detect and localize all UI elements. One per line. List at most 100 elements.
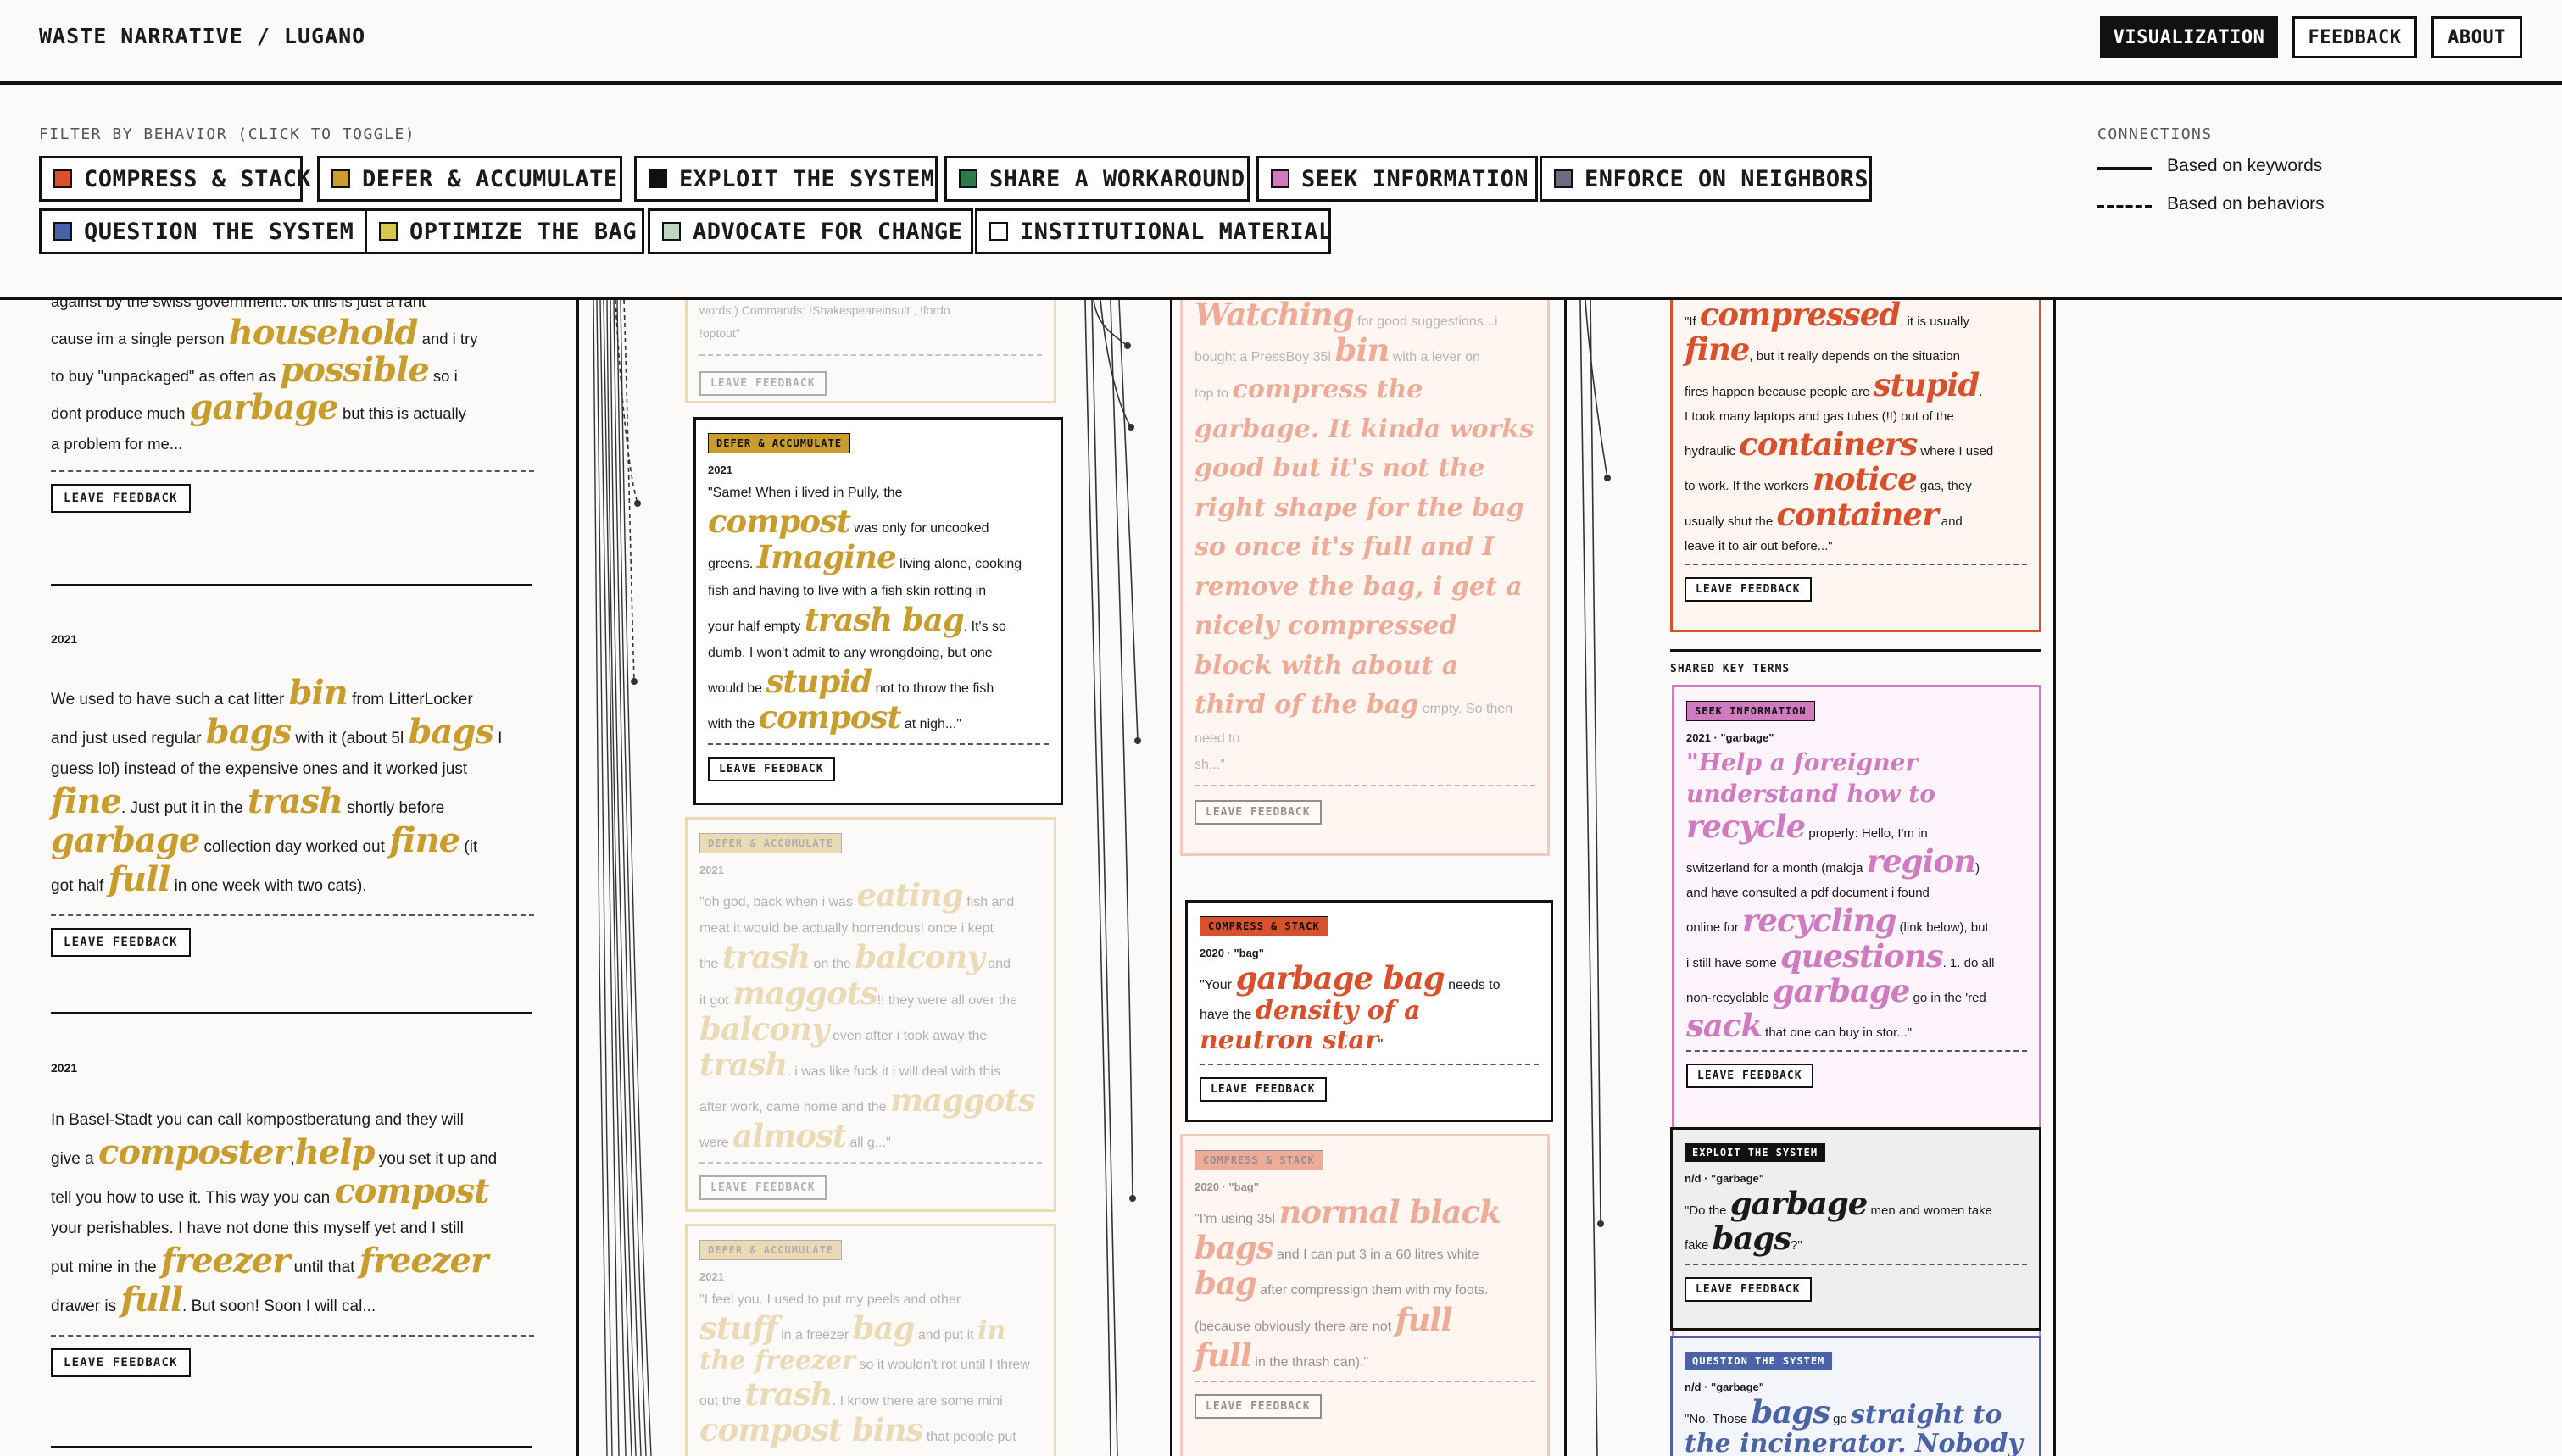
keyword[interactable]: maggots	[890, 1081, 1035, 1119]
keyword[interactable]: notice	[1813, 460, 1918, 497]
leave-feedback-button[interactable]: LEAVE FEEDBACK	[1195, 800, 1322, 825]
keyword[interactable]: "Help a foreigner understand how to	[1686, 748, 1935, 808]
keyword[interactable]: bags	[1195, 1229, 1274, 1266]
keyword[interactable]: straight to	[1851, 1400, 2002, 1430]
keyword[interactable]: trash	[699, 1046, 788, 1083]
keyword[interactable]: garbage	[1773, 972, 1911, 1009]
keyword[interactable]: recycling	[1742, 902, 1896, 939]
keyword[interactable]: maggots	[732, 975, 877, 1012]
keyword[interactable]: region	[1867, 842, 1977, 880]
filter-chip-institutional-material[interactable]: INSTITUTIONAL MATERIAL	[975, 208, 1332, 254]
leave-feedback-button[interactable]: LEAVE FEEDBACK	[1685, 1276, 1812, 1302]
keyword[interactable]: almost	[732, 1117, 847, 1154]
keyword[interactable]: trash	[248, 781, 343, 821]
keyword[interactable]: stupid	[1874, 366, 1980, 403]
filter-chip-seek-information[interactable]: SEEK INFORMATION	[1256, 156, 1538, 202]
story-card[interactable]: Watching for good suggestions...i bought…	[1180, 300, 1550, 856]
leave-feedback-button[interactable]: LEAVE FEEDBACK	[51, 927, 191, 957]
keyword[interactable]: compress the garbage. It kinda works goo…	[1195, 375, 1534, 720]
keyword[interactable]: containers	[1739, 425, 1918, 463]
story-card[interactable]: EXPLOIT THE SYSTEM n/d · "garbage" "Do t…	[1670, 1127, 2041, 1331]
keyword[interactable]: Watching	[1195, 300, 1355, 333]
keyword[interactable]: bags	[408, 712, 493, 752]
keyword[interactable]: balcony	[699, 1010, 830, 1048]
keyword[interactable]: compost bins	[699, 1411, 923, 1448]
keyword[interactable]: sack	[1686, 1007, 1763, 1044]
keyword[interactable]: bag	[1195, 1264, 1257, 1302]
filter-chip-compress-stack[interactable]: COMPRESS & STACK	[39, 156, 311, 202]
keyword[interactable]: fine	[51, 781, 122, 821]
filter-chip-question-the-system[interactable]: QUESTION THE SYSTEM	[39, 208, 395, 254]
keyword[interactable]: trash bag	[805, 601, 965, 638]
keyword[interactable]: bags	[1713, 1220, 1792, 1257]
keyword[interactable]: garbage	[1730, 1185, 1869, 1222]
story-card[interactable]: DEFER & ACCUMULATE 2021 "oh god, back wh…	[685, 817, 1056, 1212]
story-card[interactable]: "If compressed, it is usually fine, but …	[1670, 300, 2041, 632]
leave-feedback-button[interactable]: LEAVE FEEDBACK	[51, 483, 191, 513]
keyword[interactable]: bags	[206, 712, 292, 752]
leave-feedback-button[interactable]: LEAVE FEEDBACK	[699, 370, 827, 396]
filter-chip-optimize-the-bag[interactable]: OPTIMIZE THE BAG	[365, 208, 644, 254]
keyword[interactable]: Imagine	[757, 538, 897, 575]
keyword[interactable]: compressed	[1700, 300, 1901, 333]
nav-visualization-button[interactable]: VISUALIZATION	[2100, 16, 2278, 58]
keyword[interactable]: fine	[389, 820, 460, 860]
filter-chip-advocate-for-change[interactable]: ADVOCATE FOR CHANGE	[648, 208, 973, 254]
keyword[interactable]: container	[1776, 496, 1938, 533]
keyword[interactable]: compost	[759, 698, 902, 736]
filter-chip-exploit-the-system[interactable]: EXPLOIT THE SYSTEM	[634, 156, 938, 202]
keyword[interactable]: trash	[744, 1375, 833, 1413]
keyword[interactable]: composter	[98, 1132, 292, 1172]
keyword[interactable]: household	[229, 313, 419, 353]
filter-chip-share-a-workaround[interactable]: SHARE A WORKAROUND	[944, 156, 1250, 202]
keyword[interactable]: bags	[1751, 1393, 1830, 1431]
keyword[interactable]: possible	[280, 350, 429, 390]
keyword[interactable]: full	[109, 859, 171, 899]
keyword[interactable]: stupid	[766, 663, 873, 700]
keyword[interactable]: balcony	[855, 938, 985, 975]
keyword[interactable]: stuff	[699, 1309, 778, 1347]
leave-feedback-button[interactable]: LEAVE FEEDBACK	[1195, 1393, 1322, 1419]
keyword[interactable]: freezer	[359, 1241, 488, 1281]
keyword[interactable]: compost	[334, 1171, 489, 1211]
site-title[interactable]: WASTE NARRATIVE / LUGANO	[39, 24, 365, 48]
keyword[interactable]: help	[295, 1132, 376, 1172]
keyword[interactable]: full	[120, 1280, 183, 1320]
keyword[interactable]: freezer	[161, 1241, 290, 1281]
keyword[interactable]: garbage bag	[1235, 959, 1445, 997]
nav-feedback-button[interactable]: FEEDBACK	[2292, 16, 2417, 58]
keyword[interactable]: questions	[1780, 937, 1944, 975]
leave-feedback-button[interactable]: LEAVE FEEDBACK	[51, 1348, 191, 1377]
filter-chip-defer-accumulate[interactable]: DEFER & ACCUMULATE	[317, 156, 622, 202]
keyword[interactable]: eating	[856, 876, 963, 914]
leave-feedback-button[interactable]: LEAVE FEEDBACK	[1686, 1064, 1813, 1089]
story-card[interactable]: DEFER & ACCUMULATE 2021 "Same! When i li…	[693, 417, 1063, 805]
story-card[interactable]: DEFER & ACCUMULATE 2021 "I feel you. I u…	[685, 1224, 1056, 1456]
nav-about-button[interactable]: ABOUT	[2431, 16, 2522, 58]
keyword[interactable]: bin	[289, 673, 348, 713]
story-card[interactable]: COMPRESS & STACK 2020 · "bag" "I'm using…	[1180, 1134, 1550, 1456]
keyword[interactable]: garbage	[51, 820, 200, 860]
keyword[interactable]: garbage	[190, 387, 339, 427]
keyword[interactable]: the incinerator. Nobody is	[1685, 1429, 2023, 1456]
story-card[interactable]: QUESTION THE SYSTEM n/d · "garbage" "No.…	[1670, 1336, 2041, 1456]
keyword[interactable]: compost	[708, 503, 851, 540]
filter-chip-enforce-on-neighbors[interactable]: ENFORCE ON NEIGHBORS	[1540, 156, 1872, 202]
story-card[interactable]: words.) Commands: !Shakespeareinsult , !…	[685, 300, 1056, 403]
keyword[interactable]: bag	[853, 1309, 916, 1347]
leave-feedback-button[interactable]: LEAVE FEEDBACK	[699, 1175, 827, 1200]
keyword[interactable]: trash	[722, 938, 810, 975]
keyword[interactable]: bin	[1334, 331, 1390, 369]
keyword[interactable]: full	[1395, 1301, 1453, 1338]
story-card[interactable]: COMPRESS & STACK 2020 · "bag" "Your garb…	[1185, 900, 1553, 1122]
leave-feedback-button[interactable]: LEAVE FEEDBACK	[1685, 577, 1812, 602]
entry-text: guess lol) instead of the expensive ones…	[51, 760, 468, 779]
keyword[interactable]: recycle	[1686, 808, 1806, 845]
keyword[interactable]: full	[1195, 1337, 1252, 1374]
keyword[interactable]: fine	[1685, 331, 1750, 368]
entry-text: (it	[464, 838, 478, 857]
leave-feedback-button[interactable]: LEAVE FEEDBACK	[708, 756, 835, 781]
keyword[interactable]: normal black	[1278, 1193, 1501, 1231]
leave-feedback-button[interactable]: LEAVE FEEDBACK	[1200, 1076, 1327, 1102]
keyword[interactable]: density of a neutron star	[1200, 996, 1421, 1055]
